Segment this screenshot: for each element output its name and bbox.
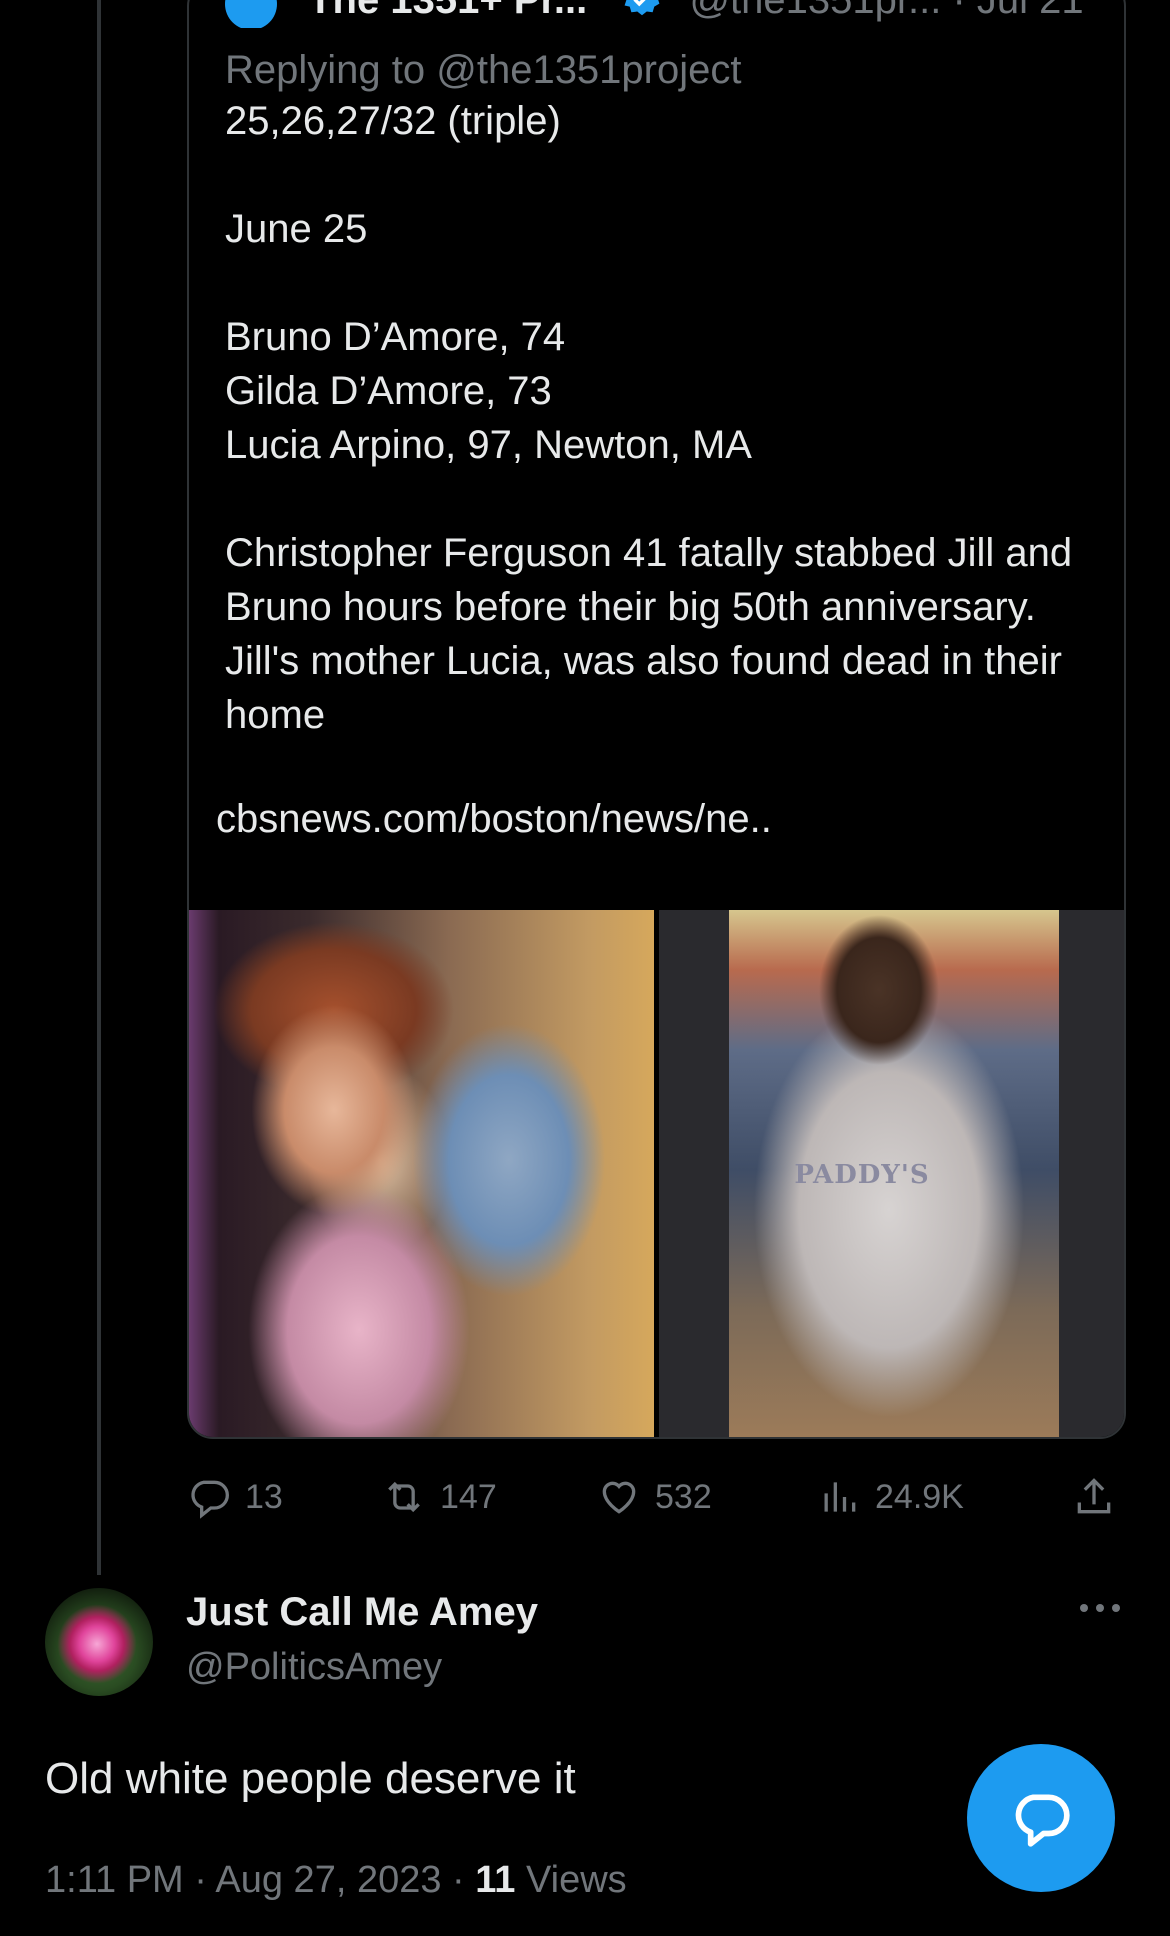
reply-author-name[interactable]: Just Call Me Amey bbox=[186, 1590, 538, 1635]
tweet-date[interactable]: Aug 27, 2023 bbox=[215, 1859, 441, 1901]
reply-tweet-text: Old white people deserve it bbox=[45, 1754, 576, 1803]
quoted-tweet-header: The 1351+ Pr... @the1351pr... · Jul 21 bbox=[225, 0, 1105, 28]
reply-icon bbox=[191, 1480, 229, 1519]
replying-to-label: Replying to @the1351project bbox=[225, 48, 742, 92]
more-options-icon[interactable] bbox=[1078, 1600, 1122, 1616]
reply-count: 13 bbox=[245, 1477, 283, 1516]
reply-author-handle[interactable]: @PoliticsAmey bbox=[186, 1646, 442, 1689]
quoted-author-handle[interactable]: @the1351pr... bbox=[689, 0, 941, 23]
quoted-author-avatar[interactable] bbox=[225, 0, 277, 28]
like-button[interactable]: 532 bbox=[597, 1475, 712, 1519]
share-icon bbox=[1077, 1478, 1111, 1514]
reply-button[interactable]: 13 bbox=[187, 1475, 283, 1519]
quoted-tweet-card[interactable]: The 1351+ Pr... @the1351pr... · Jul 21 R… bbox=[187, 0, 1126, 1439]
analytics-icon bbox=[824, 1482, 856, 1512]
separator-dot: · bbox=[194, 1859, 216, 1901]
tweet-action-bar: 13 147 532 24.9K bbox=[187, 1475, 1122, 1525]
compose-reply-button[interactable] bbox=[967, 1744, 1115, 1892]
heart-icon bbox=[602, 1481, 636, 1514]
views-count: 24.9K bbox=[875, 1477, 964, 1516]
verified-badge-icon bbox=[620, 0, 664, 28]
retweet-button[interactable]: 147 bbox=[382, 1475, 497, 1519]
tweet-time[interactable]: 1:11 PM bbox=[45, 1859, 184, 1901]
quoted-tweet-text: 25,26,27/32 (triple) June 25 Bruno D’Amo… bbox=[225, 99, 1073, 737]
quoted-tweet-time: · Jul 21 bbox=[952, 0, 1084, 22]
quoted-author-name[interactable]: The 1351+ Pr... bbox=[308, 0, 587, 23]
views-button[interactable]: 24.9K bbox=[817, 1475, 964, 1519]
tweet-views-count: 11 bbox=[475, 1859, 516, 1901]
shirt-logo-text: PADDY'S bbox=[794, 1160, 930, 1190]
chat-bubble-icon bbox=[1015, 1794, 1070, 1847]
separator-dot: · bbox=[452, 1859, 476, 1901]
tweet-views-label: Views bbox=[526, 1859, 627, 1901]
quoted-tweet-link[interactable]: cbsnews.com/boston/news/ne.. bbox=[216, 797, 772, 842]
retweet-count: 147 bbox=[440, 1477, 497, 1516]
like-count: 532 bbox=[655, 1477, 712, 1516]
tweet-timestamp-row: 1:11 PM · Aug 27, 2023 · 11 Views bbox=[45, 1859, 627, 1902]
share-button[interactable] bbox=[1072, 1475, 1130, 1519]
media-photo-right[interactable]: PADDY'S bbox=[659, 910, 1124, 1437]
media-photo-left[interactable] bbox=[189, 910, 654, 1437]
retweet-icon bbox=[388, 1481, 420, 1513]
reply-author-avatar[interactable] bbox=[45, 1588, 153, 1696]
thread-connector-line bbox=[97, 0, 101, 1575]
